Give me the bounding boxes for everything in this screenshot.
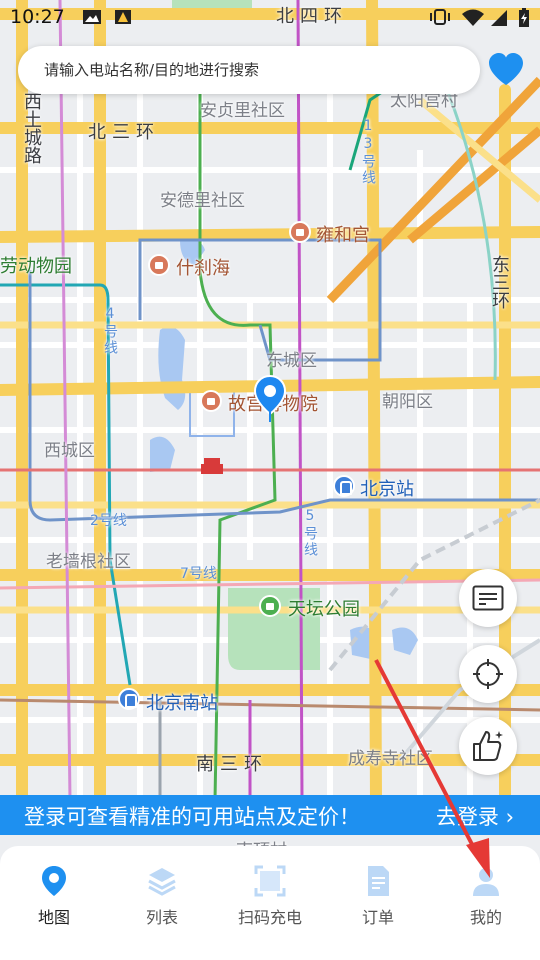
train-station-icon[interactable] bbox=[333, 475, 355, 497]
metro-line-label-13: 13号线 bbox=[360, 118, 376, 186]
signal-icon bbox=[491, 10, 507, 26]
crosshair-icon bbox=[473, 659, 503, 689]
poi-label-yonghegong[interactable]: 雍和宫 bbox=[316, 221, 370, 247]
area-label-laoqianggen: 老墙根社区 bbox=[46, 552, 131, 572]
battery-icon bbox=[519, 8, 529, 27]
metro-line-label-7: 7号线 bbox=[180, 566, 217, 582]
map-pin-icon bbox=[42, 866, 66, 896]
nav-tab-label: 我的 bbox=[469, 908, 502, 927]
document-icon bbox=[368, 866, 389, 896]
nav-tab-scan[interactable]: 扫码充电 bbox=[220, 864, 320, 934]
area-label-anzhenli: 安贞里社区 bbox=[200, 101, 285, 121]
vibrate-icon bbox=[430, 9, 450, 25]
poi-pin-icon[interactable] bbox=[289, 221, 311, 243]
nav-tab-orders[interactable]: 订单 bbox=[328, 864, 428, 934]
poi-label-temple-of-heaven[interactable]: 天坛公园 bbox=[288, 595, 360, 621]
area-label-chaoyang: 朝阳区 bbox=[382, 392, 433, 412]
poi-label-shichahai[interactable]: 什刹海 bbox=[176, 254, 230, 280]
station-label-beijing[interactable]: 北京站 bbox=[360, 475, 414, 501]
metro-line-label-4: 4号线 bbox=[102, 306, 118, 356]
nav-tab-label: 订单 bbox=[361, 908, 394, 927]
search-input[interactable] bbox=[18, 46, 480, 94]
poi-pin-icon[interactable] bbox=[200, 390, 222, 412]
banner-login-label: 去登录 bbox=[435, 805, 499, 829]
nav-tab-map[interactable]: 地图 bbox=[4, 864, 104, 934]
nav-tab-me[interactable]: 我的 bbox=[436, 864, 536, 934]
road-label-south-3rd-ring: 南三环 bbox=[196, 754, 268, 775]
layers-icon bbox=[148, 868, 176, 896]
park-pin-icon[interactable] bbox=[259, 595, 281, 617]
road-label-east-3rd-ring: 东三环 bbox=[489, 255, 510, 309]
train-station-icon[interactable] bbox=[118, 688, 140, 710]
nav-tab-label: 地图 bbox=[37, 908, 70, 927]
gallery-icon bbox=[83, 10, 101, 24]
banner-login-link[interactable]: 去登录 › bbox=[436, 801, 514, 831]
nav-tab-list[interactable]: 列表 bbox=[112, 864, 212, 934]
wifi-icon bbox=[462, 9, 484, 26]
nav-tab-label: 扫码充电 bbox=[237, 908, 302, 927]
area-label-dongcheng: 东城区 bbox=[266, 351, 317, 371]
area-label-chengshousi: 成寿寺社区 bbox=[348, 749, 433, 769]
list-card-icon bbox=[472, 585, 504, 611]
area-label-xicheng: 西城区 bbox=[44, 441, 95, 461]
bottom-nav: 地图 列表 扫码充电 订单 我的 bbox=[0, 846, 540, 960]
poi-label-zoo[interactable]: 劳动物园 bbox=[0, 252, 72, 278]
search-bar[interactable] bbox=[18, 46, 480, 94]
user-icon bbox=[473, 868, 499, 896]
chevron-right-icon: › bbox=[498, 805, 514, 829]
heart-icon bbox=[489, 53, 523, 85]
poi-pin-icon[interactable] bbox=[148, 254, 170, 276]
station-label-beijing-south[interactable]: 北京南站 bbox=[146, 689, 218, 715]
road-label-xituchenglu: 西土城路 bbox=[21, 92, 42, 164]
road-label-north-3rd-ring: 北三环 bbox=[88, 122, 160, 143]
banner-message: 登录可查看精准的可用站点及定价！ bbox=[24, 805, 360, 829]
recommend-button[interactable] bbox=[459, 717, 517, 775]
favorites-button[interactable] bbox=[486, 50, 526, 90]
login-banner[interactable]: 登录可查看精准的可用站点及定价！ 去登录 › bbox=[0, 795, 540, 835]
status-time: 10:27 bbox=[10, 6, 65, 28]
thumbs-up-icon bbox=[473, 731, 503, 761]
nav-tab-label: 列表 bbox=[145, 908, 178, 927]
app-notification-icon bbox=[115, 10, 131, 24]
station-list-button[interactable] bbox=[459, 569, 517, 627]
area-label-andeli: 安德里社区 bbox=[160, 191, 245, 211]
metro-line-label-5: 5号线 bbox=[302, 508, 318, 558]
status-bar: 10:27 bbox=[0, 0, 540, 36]
metro-line-label-2: 2号线 bbox=[90, 513, 127, 529]
scan-icon bbox=[254, 865, 286, 897]
locate-button[interactable] bbox=[459, 645, 517, 703]
